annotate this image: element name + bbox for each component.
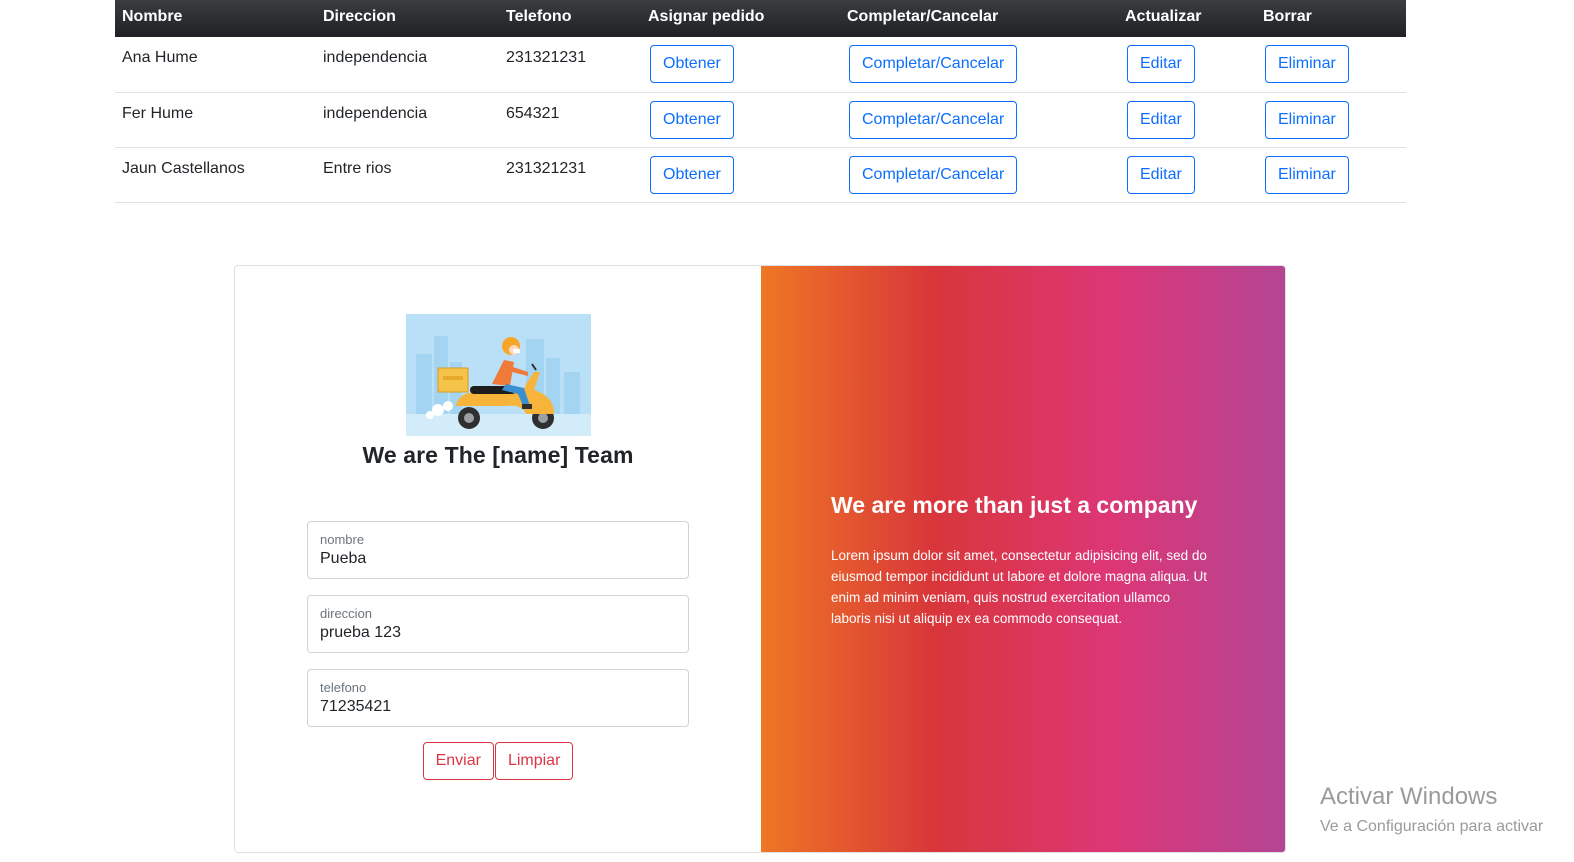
cell-direccion: Entre rios [323,159,392,177]
header-actualizar: Actualizar [1125,7,1202,25]
editar-button[interactable]: Editar [1127,100,1195,139]
promo-panel: We are more than just a company Lorem ip… [761,266,1285,852]
direccion-label: direccion [320,606,373,621]
nombre-field[interactable]: nombre [307,521,689,579]
delivery-scooter-illustration [406,314,591,436]
completar-cancelar-button[interactable]: Completar/Cancelar [849,155,1018,194]
telefono-field[interactable]: telefono [307,669,689,727]
promo-title: We are more than just a company [831,492,1198,518]
eliminar-button[interactable]: Eliminar [1265,100,1349,139]
header-completar-cancelar: Completar/Cancelar [847,7,999,25]
form-panel: We are The [name] Team nombre direccion … [235,266,761,852]
table-row: Ana Hume independencia 231321231 Obtener… [115,37,1406,92]
clients-table-container: Nombre Direccion Telefono Asignar pedido… [115,0,1406,203]
form-actions: Enviar Limpiar [235,742,761,780]
watermark-subtitle: Ve a Configuración para activar [1320,818,1544,835]
register-card: We are The [name] Team nombre direccion … [234,265,1286,853]
cell-direccion: independencia [323,104,428,122]
nombre-input[interactable] [320,550,675,568]
header-asignar-pedido: Asignar pedido [648,7,765,25]
obtener-button[interactable]: Obtener [650,155,734,194]
promo-text: Lorem ipsum dolor sit amet, consectetur … [831,548,1207,626]
table-row: Jaun Castellanos Entre rios 231321231 Ob… [115,147,1406,202]
obtener-button[interactable]: Obtener [650,100,734,139]
completar-cancelar-button[interactable]: Completar/Cancelar [849,100,1018,139]
cell-telefono: 654321 [506,104,560,122]
header-nombre: Nombre [122,7,183,25]
table-header: Nombre Direccion Telefono Asignar pedido… [115,0,1406,37]
cell-telefono: 231321231 [506,159,587,177]
cell-nombre: Fer Hume [122,104,194,122]
direccion-input[interactable] [320,624,675,642]
limpiar-button[interactable]: Limpiar [494,742,574,780]
clients-table: Nombre Direccion Telefono Asignar pedido… [115,0,1406,203]
cell-nombre: Jaun Castellanos [122,159,245,177]
header-direccion: Direccion [323,7,396,25]
eliminar-button[interactable]: Eliminar [1265,45,1349,83]
telefono-input[interactable] [320,698,675,716]
editar-button[interactable]: Editar [1127,155,1195,194]
header-borrar: Borrar [1263,7,1312,25]
cell-direccion: independencia [323,49,428,66]
windows-activation-watermark: Activar Windows Ve a Configuración para … [1320,782,1574,838]
table-row: Fer Hume independencia 654321 Obtener Co… [115,92,1406,147]
cell-nombre: Ana Hume [122,49,198,66]
direccion-field[interactable]: direccion [307,595,689,653]
cell-telefono: 231321231 [506,49,587,66]
enviar-button[interactable]: Enviar [422,742,494,780]
watermark-title: Activar Windows [1320,783,1498,810]
team-title: We are The [name] Team [362,442,634,468]
nombre-label: nombre [320,532,365,547]
telefono-label: telefono [320,680,367,695]
eliminar-button[interactable]: Eliminar [1265,155,1349,194]
header-telefono: Telefono [506,7,572,25]
editar-button[interactable]: Editar [1127,45,1195,83]
completar-cancelar-button[interactable]: Completar/Cancelar [849,45,1018,83]
obtener-button[interactable]: Obtener [650,45,734,83]
